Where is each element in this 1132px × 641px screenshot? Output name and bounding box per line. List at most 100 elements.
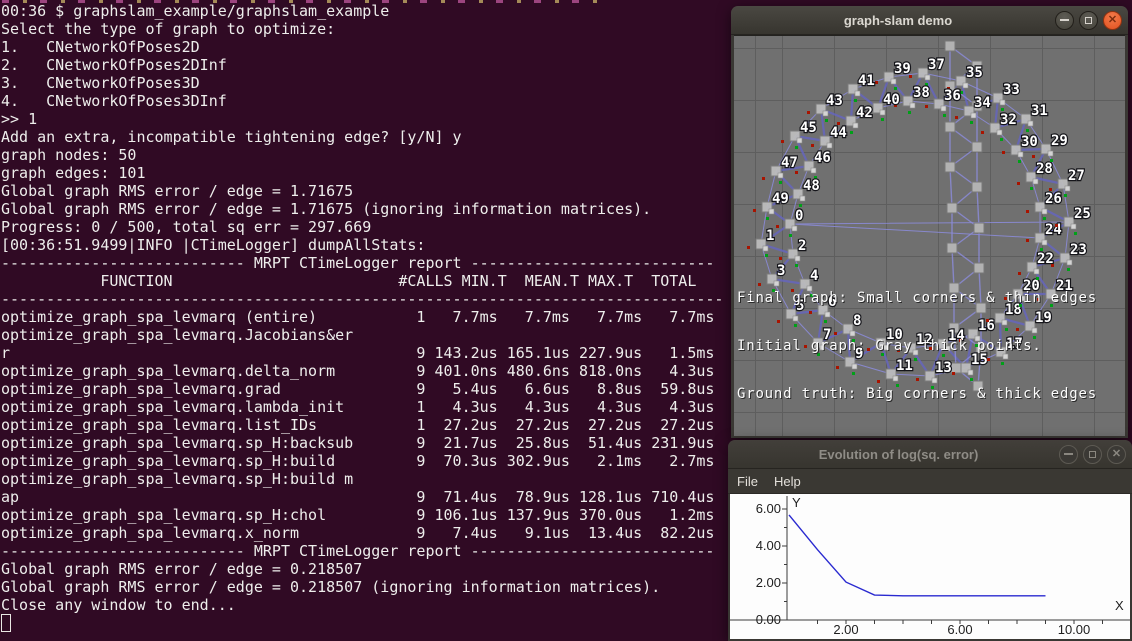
svg-text:47: 47 [781, 155, 798, 171]
svg-text:6.00: 6.00 [947, 622, 972, 637]
maximize-icon [1089, 451, 1096, 458]
terminal-line: ----------------------------------------… [1, 290, 723, 308]
plot-canvas[interactable]: 2.006.0010.000.002.004.006.00YX [730, 494, 1130, 639]
terminal-line: optimize_graph_spa_levmarq.delta_norm 9 … [1, 362, 723, 380]
terminal-cursor [1, 614, 11, 632]
desktop: 00:36 $ graphslam_example/graphslam_exam… [0, 0, 1132, 641]
svg-text:29: 29 [1051, 133, 1068, 149]
graph-viewport[interactable]: 0123456789101112131415161718192021222324… [734, 35, 1125, 436]
svg-text:45: 45 [800, 120, 817, 136]
error-plot-window: Evolution of log(sq. error) ✕ File Help … [728, 440, 1132, 641]
svg-text:1: 1 [766, 228, 774, 244]
terminal-line: >> 1 [1, 110, 723, 128]
terminal-line: optimize_graph_spa_levmarq.Jacobians&er [1, 326, 723, 344]
terminal-line: Add an extra, incompatible tightening ed… [1, 128, 723, 146]
svg-text:39: 39 [894, 61, 911, 77]
svg-text:0.00: 0.00 [756, 612, 781, 627]
close-icon: ✕ [1108, 15, 1117, 26]
terminal-line: 00:36 $ graphslam_example/graphslam_exam… [1, 2, 723, 20]
svg-text:28: 28 [1036, 161, 1053, 177]
window-controls: ✕ [1055, 11, 1122, 30]
maximize-button[interactable] [1083, 445, 1102, 464]
maximize-button[interactable] [1079, 11, 1098, 30]
maximize-icon [1085, 17, 1092, 24]
terminal-line: --------------------------- MRPT CTimeLo… [1, 542, 723, 560]
svg-text:40: 40 [883, 92, 900, 108]
legend-final-graph: Final graph: Small corners & thin edges [737, 290, 1097, 306]
terminal-line: Global graph RMS error / edge = 1.71675 [1, 182, 723, 200]
error-chart: 2.006.0010.000.002.004.006.00YX [730, 494, 1130, 639]
svg-text:38: 38 [913, 85, 930, 101]
close-button[interactable]: ✕ [1107, 445, 1126, 464]
terminal-line: optimize_graph_spa_levmarq.list_IDs 1 27… [1, 416, 723, 434]
svg-text:33: 33 [1003, 82, 1020, 98]
terminal-line: Select the type of graph to optimize: [1, 20, 723, 38]
terminal-line: optimize_graph_spa_levmarq.grad 9 5.4us … [1, 380, 723, 398]
svg-text:23: 23 [1070, 242, 1087, 258]
minimize-button[interactable] [1055, 11, 1074, 30]
svg-text:2.00: 2.00 [833, 622, 858, 637]
terminal-line: 2. CNetworkOfPoses2DInf [1, 56, 723, 74]
terminal-line: r 9 143.2us 165.1us 227.9us 1.5ms [1, 344, 723, 362]
terminal-line: 1. CNetworkOfPoses2D [1, 38, 723, 56]
svg-text:41: 41 [858, 73, 875, 89]
menu-help[interactable]: Help [774, 474, 801, 489]
svg-text:4.00: 4.00 [756, 538, 781, 553]
terminal-line: optimize_graph_spa_levmarq.x_norm 9 7.4u… [1, 524, 723, 542]
terminal-line: 3. CNetworkOfPoses3D [1, 74, 723, 92]
minimize-button[interactable] [1059, 445, 1078, 464]
close-icon: ✕ [1112, 449, 1121, 460]
graphslam-titlebar[interactable]: graph-slam demo ✕ [731, 6, 1128, 35]
svg-text:0: 0 [795, 208, 803, 224]
terminal-output: 00:36 $ graphslam_example/graphslam_exam… [1, 2, 723, 614]
terminal-line: [00:36:51.9499|INFO |CTimeLogger] dumpAl… [1, 236, 723, 254]
svg-text:34: 34 [974, 95, 991, 111]
terminal-line: optimize_graph_spa_levmarq.sp_H:backsub … [1, 434, 723, 452]
svg-text:27: 27 [1068, 168, 1085, 184]
terminal-line: Global graph RMS error / edge = 0.218507… [1, 578, 723, 596]
error-plot-window-title: Evolution of log(sq. error) [738, 447, 1059, 462]
svg-text:25: 25 [1074, 206, 1091, 222]
terminal-line: graph edges: 101 [1, 164, 723, 182]
svg-text:Y: Y [792, 495, 801, 510]
svg-text:37: 37 [928, 57, 945, 73]
svg-text:26: 26 [1045, 191, 1062, 207]
menu-file[interactable]: File [737, 474, 758, 489]
terminal-line: optimize_graph_spa_levmarq.sp_H:build m [1, 470, 723, 488]
close-button[interactable]: ✕ [1103, 11, 1122, 30]
svg-text:2: 2 [798, 238, 806, 254]
svg-text:42: 42 [856, 105, 873, 121]
svg-text:49: 49 [772, 191, 789, 207]
svg-text:43: 43 [826, 93, 843, 109]
svg-text:32: 32 [1000, 112, 1017, 128]
terminal-line: --------------------------- MRPT CTimeLo… [1, 254, 723, 272]
svg-text:31: 31 [1031, 103, 1048, 119]
svg-text:48: 48 [803, 178, 820, 194]
terminal-line: FUNCTION #CALLS MIN.T MEAN.T MAX.T TOTAL [1, 272, 723, 290]
svg-text:10.00: 10.00 [1058, 622, 1091, 637]
terminal-line: Progress: 0 / 500, total sq err = 297.66… [1, 218, 723, 236]
svg-text:36: 36 [944, 88, 961, 104]
window-controls: ✕ [1059, 445, 1126, 464]
svg-text:35: 35 [966, 65, 983, 81]
terminal-line: graph nodes: 50 [1, 146, 723, 164]
svg-text:46: 46 [814, 150, 831, 166]
svg-text:24: 24 [1045, 222, 1062, 238]
terminal-window[interactable]: 00:36 $ graphslam_example/graphslam_exam… [0, 0, 731, 641]
svg-text:30: 30 [1021, 134, 1038, 150]
terminal-line: Close any window to end... [1, 596, 723, 614]
svg-text:44: 44 [830, 125, 847, 141]
svg-text:2.00: 2.00 [756, 575, 781, 590]
error-plot-titlebar[interactable]: Evolution of log(sq. error) ✕ [728, 440, 1132, 469]
terminal-line: ap 9 71.4us 78.9us 128.1us 710.4us [1, 488, 723, 506]
terminal-line: optimize_graph_spa_levmarq (entire) 1 7.… [1, 308, 723, 326]
menubar: File Help [728, 469, 1132, 494]
graph-legend: Final graph: Small corners & thin edges … [737, 258, 1097, 434]
terminal-line: Global graph RMS error / edge = 1.71675 … [1, 200, 723, 218]
graphslam-demo-window: graph-slam demo ✕ 0123456789101112131415… [731, 6, 1128, 438]
svg-text:X: X [1115, 598, 1124, 613]
terminal-line: Global graph RMS error / edge = 0.218507 [1, 560, 723, 578]
terminal-line: optimize_graph_spa_levmarq.sp_H:build 9 … [1, 452, 723, 470]
graphslam-window-title: graph-slam demo [741, 13, 1055, 28]
legend-initial-graph: Initial graph: Gray thick points. [737, 338, 1097, 354]
